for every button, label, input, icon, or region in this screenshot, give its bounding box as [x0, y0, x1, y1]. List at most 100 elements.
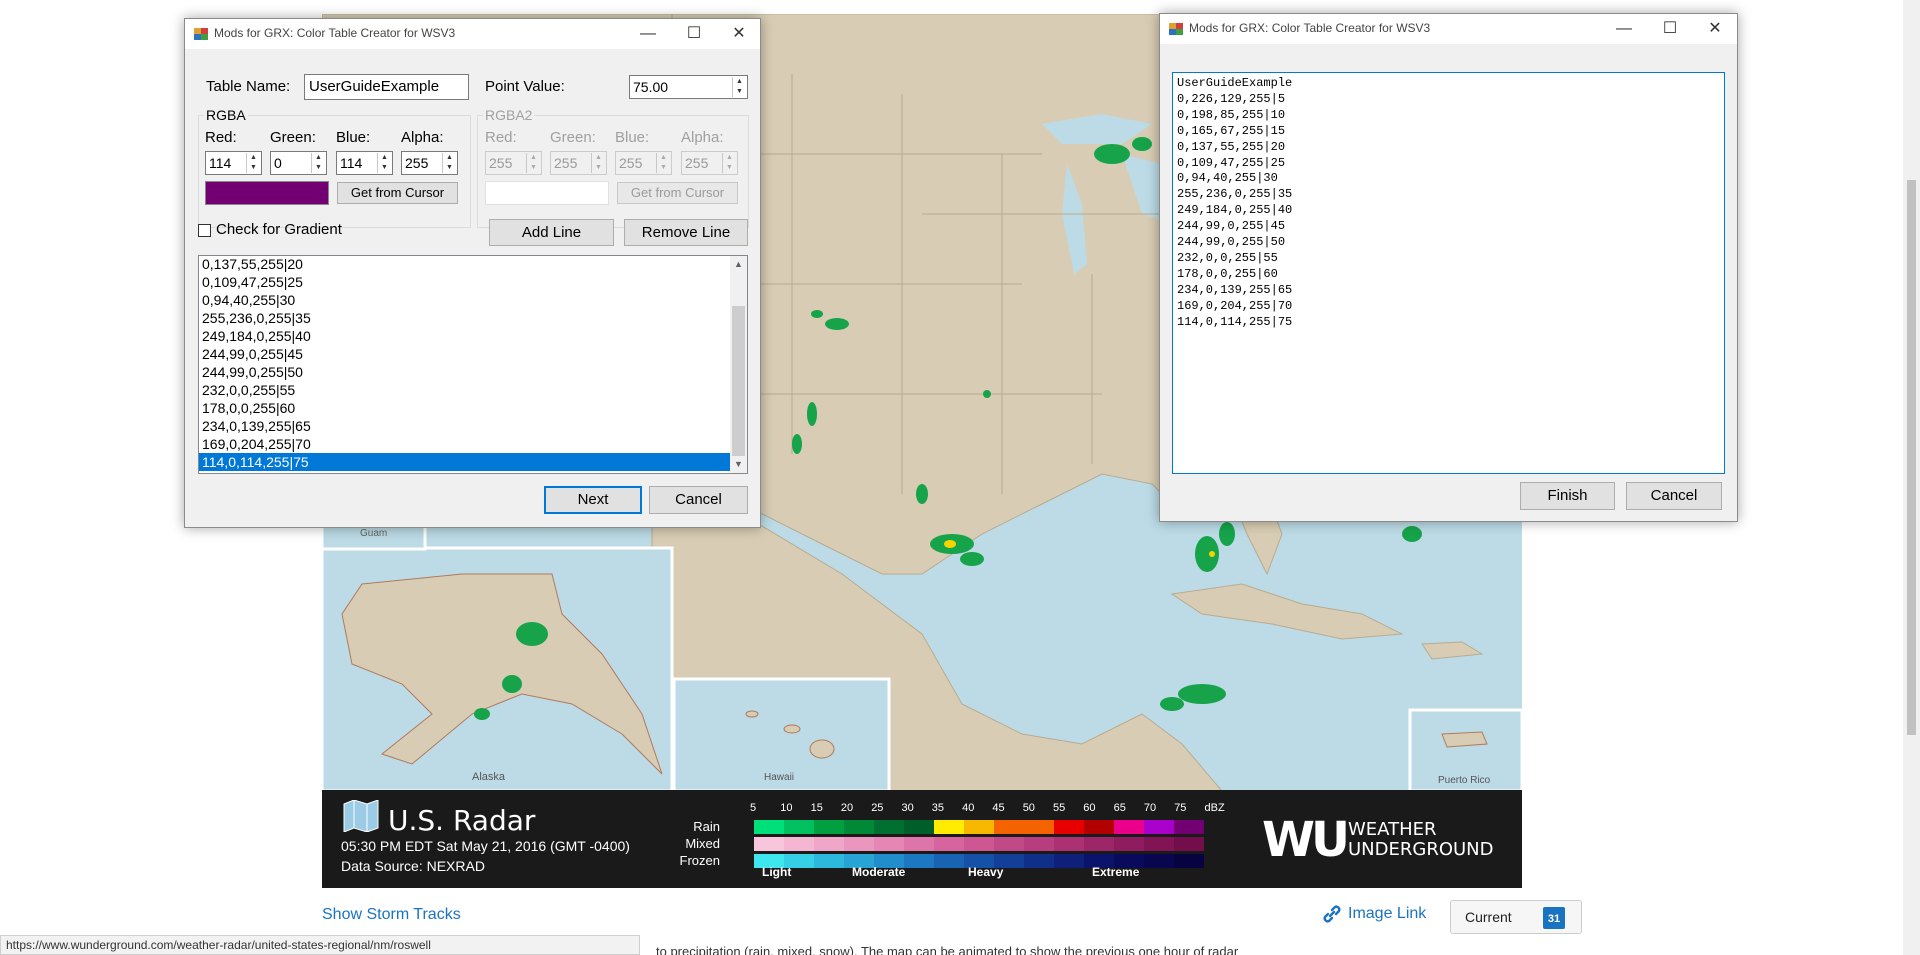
scale-color-cell — [1174, 854, 1204, 868]
list-item[interactable]: 244,99,0,255|45 — [199, 345, 731, 363]
alpha-spinner[interactable]: 255 ▲ ▼ — [401, 151, 458, 175]
point-value-label: Point Value: — [485, 78, 565, 95]
next-button[interactable]: Next — [544, 486, 642, 514]
green-spinner[interactable]: 0 ▲ ▼ — [270, 151, 327, 175]
scale-color-cell — [874, 837, 904, 851]
table-name-label: Table Name: — [206, 78, 291, 95]
intensity-heavy: Heavy — [968, 865, 1004, 879]
scale-value: 70 — [1143, 802, 1157, 814]
red-value: 114 — [209, 155, 232, 171]
gradient-checkbox[interactable] — [198, 224, 211, 237]
color-table-dialog: Mods for GRX: Color Table Creator for WS… — [184, 18, 761, 528]
color-table-output-text[interactable]: UserGuideExample 0,226,129,255|5 0,198,8… — [1172, 72, 1725, 474]
scale-color-cell — [1024, 837, 1054, 851]
scale-value: 30 — [901, 802, 914, 814]
remove-line-button[interactable]: Remove Line — [624, 219, 748, 246]
finish-button[interactable]: Finish — [1520, 482, 1615, 510]
minimize-button[interactable]: — — [1601, 14, 1647, 44]
show-storm-tracks-link[interactable]: Show Storm Tracks — [322, 906, 461, 924]
dialog-titlebar[interactable]: Mods for GRX: Color Table Creator for WS… — [1160, 14, 1737, 44]
dialog-titlebar[interactable]: Mods for GRX: Color Table Creator for WS… — [185, 19, 760, 49]
red-spinner[interactable]: 114 ▲ ▼ — [205, 151, 262, 175]
image-link-label: Image Link — [1348, 905, 1427, 922]
list-item[interactable]: 178,0,0,255|60 — [199, 399, 731, 417]
color2-preview-swatch — [485, 181, 609, 205]
spinner-arrows-icon[interactable]: ▲ ▼ — [377, 153, 391, 173]
add-line-button[interactable]: Add Line — [489, 219, 614, 246]
spinner-arrows-icon: ▲ ▼ — [722, 153, 736, 173]
minimize-button[interactable]: — — [625, 19, 671, 49]
scale-color-cell — [934, 854, 964, 868]
scroll-up-icon[interactable]: ▲ — [730, 256, 747, 273]
link-icon — [1323, 905, 1341, 923]
rgba2-group-title: RGBA2 — [483, 107, 535, 123]
maximize-button[interactable]: ☐ — [671, 19, 717, 49]
get-from-cursor-button[interactable]: Get from Cursor — [337, 182, 458, 204]
scale-color-cell — [1144, 837, 1174, 851]
scale-color-cell — [814, 837, 844, 851]
list-item[interactable]: 0,137,55,255|20 — [199, 256, 731, 273]
image-link[interactable]: Image Link — [1322, 904, 1426, 924]
calendar-icon[interactable]: 31 — [1543, 907, 1565, 929]
scale-color-cell — [1084, 837, 1114, 851]
list-item[interactable]: 232,0,0,255|55 — [199, 381, 731, 399]
scale-color-cell — [994, 820, 1024, 834]
scroll-down-icon[interactable]: ▼ — [730, 456, 747, 473]
alpha2-spinner: 255 ▲ ▼ — [681, 151, 738, 175]
alpha2-label: Alpha: — [681, 129, 724, 146]
current-button[interactable]: Current — [1465, 909, 1512, 925]
list-item[interactable]: 0,94,40,255|30 — [199, 291, 731, 309]
list-item[interactable]: 114,0,114,255|75 — [199, 453, 731, 471]
page-body-text: to precipitation (rain, mixed, snow). Th… — [656, 944, 1239, 955]
spinner-arrows-icon: ▲ ▼ — [656, 153, 670, 173]
spinner-arrows-icon[interactable]: ▲ ▼ — [246, 153, 260, 173]
point-value-spinner[interactable]: 75.00 ▲ ▼ — [629, 75, 748, 99]
green2-label: Green: — [550, 129, 596, 146]
app-icon — [194, 28, 208, 40]
page-scrollbar[interactable] — [1903, 0, 1920, 955]
wu-logo-text-underground: UNDERGROUND — [1348, 839, 1494, 860]
scale-color-cell — [1114, 820, 1144, 834]
gradient-checkbox-label[interactable]: Check for Gradient — [216, 221, 342, 238]
spinner-arrows-icon[interactable]: ▲ ▼ — [311, 153, 325, 173]
list-item[interactable]: 169,0,204,255|70 — [199, 435, 731, 453]
list-item[interactable]: 0,109,47,255|25 — [199, 273, 731, 291]
scale-value: 60 — [1083, 802, 1096, 814]
scale-color-cell — [814, 820, 844, 834]
wu-logo-mark: WU — [1262, 812, 1350, 868]
list-item[interactable]: 249,184,0,255|40 — [199, 327, 731, 345]
list-scrollbar-thumb[interactable] — [732, 306, 745, 456]
close-button[interactable]: ✕ — [1692, 14, 1738, 44]
scale-value: 15 — [810, 802, 823, 814]
scale-color-cell — [934, 837, 964, 851]
color-line-list[interactable]: 0,137,55,255|20 0,109,47,255|25 0,94,40,25… — [198, 255, 748, 474]
scale-color-cell — [1054, 837, 1084, 851]
radar-legend: U.S. Radar 05:30 PM EDT Sat May 21, 2016… — [322, 790, 1522, 888]
list-scrollbar[interactable]: ▲ ▼ — [730, 256, 747, 473]
color-table-output-dialog: Mods for GRX: Color Table Creator for WS… — [1159, 13, 1738, 522]
cancel-button[interactable]: Cancel — [1626, 482, 1722, 510]
dialog-title: Mods for GRX: Color Table Creator for WS… — [1189, 21, 1431, 35]
maximize-button[interactable]: ☐ — [1647, 14, 1693, 44]
spinner-arrows-icon[interactable]: ▲ ▼ — [442, 153, 456, 173]
blue-label: Blue: — [336, 129, 371, 146]
list-item[interactable]: 234,0,139,255|65 — [199, 417, 731, 435]
page-scrollbar-thumb[interactable] — [1907, 180, 1916, 735]
app-icon — [1169, 23, 1183, 35]
cancel-button[interactable]: Cancel — [649, 486, 748, 514]
scale-value: 10 — [780, 802, 793, 814]
intensity-extreme: Extreme — [1092, 865, 1140, 879]
list-item[interactable]: 255,236,0,255|35 — [199, 309, 731, 327]
list-item[interactable]: 244,99,0,255|50 — [199, 363, 731, 381]
spinner-arrows-icon[interactable]: ▲ ▼ — [732, 77, 746, 97]
close-button[interactable]: ✕ — [716, 19, 762, 49]
scale-color-cell — [784, 820, 814, 834]
red2-value: 255 — [489, 155, 513, 171]
current-toggle[interactable]: Current 31 — [1450, 900, 1582, 934]
table-name-input[interactable]: UserGuideExample — [304, 74, 469, 100]
map-label-guam: Guam — [360, 528, 388, 539]
scale-value: 20 — [840, 802, 854, 814]
red2-spinner: 255 ▲ ▼ — [485, 151, 542, 175]
blue-spinner[interactable]: 114 ▲ ▼ — [336, 151, 393, 175]
spinner-arrows-icon: ▲ ▼ — [591, 153, 605, 173]
